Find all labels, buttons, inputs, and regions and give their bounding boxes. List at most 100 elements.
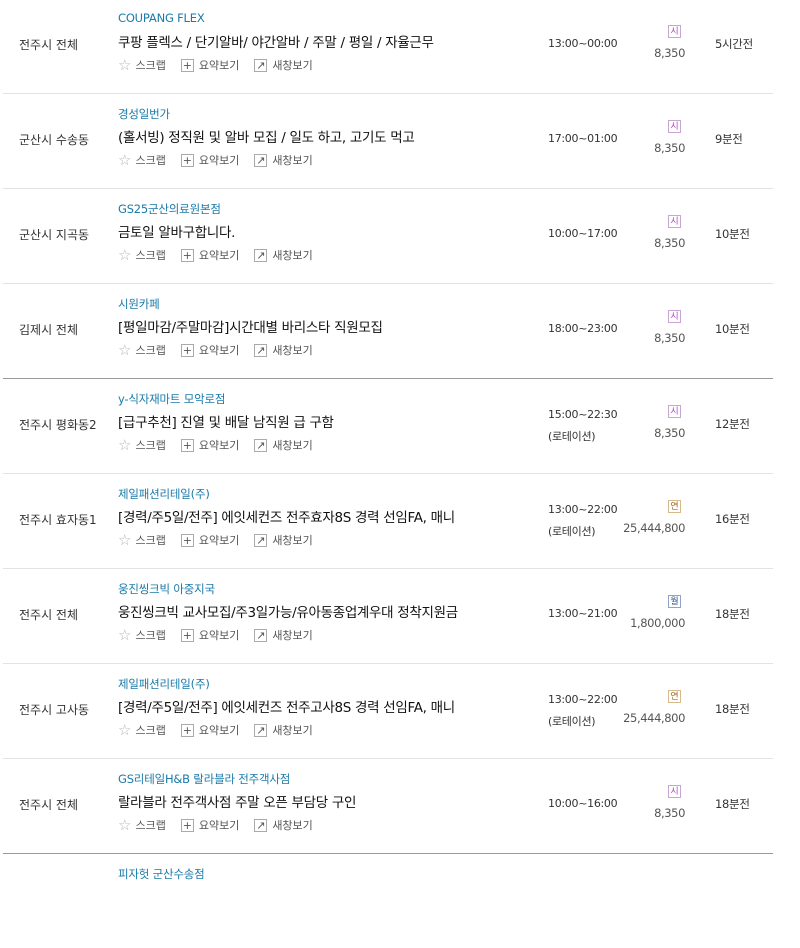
- scrap-button[interactable]: ☆ 스크랩: [118, 152, 166, 168]
- external-link-icon: ↗: [254, 533, 268, 547]
- new-window-label: 새창보기: [272, 819, 313, 832]
- scrap-button[interactable]: ☆ 스크랩: [118, 437, 166, 453]
- summary-button[interactable]: + 요약보기: [180, 437, 240, 453]
- external-link-icon: ↗: [254, 438, 268, 452]
- company-name-link[interactable]: 제일패션리테일(주): [118, 676, 210, 692]
- pay-amount: 1,800,000: [630, 616, 685, 630]
- summary-label: 요약보기: [198, 154, 240, 167]
- scrap-button[interactable]: ☆ 스크랩: [118, 627, 166, 643]
- scrap-button[interactable]: ☆ 스크랩: [118, 57, 166, 73]
- pay-amount: 8,350: [654, 46, 685, 60]
- external-link-icon: ↗: [254, 818, 268, 832]
- company-name-link[interactable]: GS리테일H&B 랄라블라 전주객사점: [118, 771, 290, 787]
- job-actions: ☆ 스크랩 + 요약보기 ↗ 새창보기: [118, 721, 328, 739]
- summary-button[interactable]: + 요약보기: [180, 342, 240, 358]
- new-window-button[interactable]: ↗ 새창보기: [254, 722, 313, 738]
- pay-type-badge: 연: [668, 690, 681, 703]
- external-link-icon: ↗: [254, 628, 268, 642]
- job-region: 군산시 수송동: [19, 133, 90, 147]
- pay-type-badge: 시: [668, 310, 681, 323]
- pay-amount: 25,444,800: [623, 521, 685, 535]
- work-time-note: (로테이션): [548, 715, 596, 728]
- job-title-link[interactable]: 쿠팡 플렉스 / 단기알바/ 야간알바 / 주말 / 평일 / 자율근무: [118, 31, 518, 51]
- summary-button[interactable]: + 요약보기: [180, 722, 240, 738]
- new-window-button[interactable]: ↗ 새창보기: [254, 532, 313, 548]
- job-title-link[interactable]: (홀서빙) 정직원 및 알바 모집 / 일도 하고, 고기도 먹고: [118, 126, 518, 146]
- pay-type-badge: 시: [668, 215, 681, 228]
- plus-icon: +: [180, 58, 194, 72]
- summary-button[interactable]: + 요약보기: [180, 627, 240, 643]
- scrap-label: 스크랩: [135, 344, 166, 357]
- new-window-button[interactable]: ↗ 새창보기: [254, 627, 313, 643]
- new-window-button[interactable]: ↗ 새창보기: [254, 57, 313, 73]
- summary-label: 요약보기: [198, 439, 240, 452]
- scrap-button[interactable]: ☆ 스크랩: [118, 247, 166, 263]
- job-row: 전주시 효자동1 제일패션리테일(주) [경력/주5일/전주] 에잇세컨즈 전주효자…: [3, 474, 773, 569]
- plus-icon: +: [180, 818, 194, 832]
- summary-button[interactable]: + 요약보기: [180, 152, 240, 168]
- summary-button[interactable]: + 요약보기: [180, 817, 240, 833]
- pay-type-badge: 시: [668, 25, 681, 38]
- new-window-label: 새창보기: [272, 439, 313, 452]
- work-time: 13:00~21:00: [548, 607, 618, 620]
- company-name-link[interactable]: COUPANG FLEX: [118, 11, 205, 25]
- new-window-button[interactable]: ↗ 새창보기: [254, 152, 313, 168]
- job-title-link[interactable]: [평일마감/주말마감]시간대별 바리스타 직원모집: [118, 316, 518, 336]
- job-row: 김제시 전체 시원카페 [평일마감/주말마감]시간대별 바리스타 직원모집 ☆ 스크랩 +…: [3, 284, 773, 379]
- new-window-label: 새창보기: [272, 344, 313, 357]
- posted-time: 18분전: [715, 797, 750, 811]
- job-actions: ☆ 스크랩 + 요약보기 ↗ 새창보기: [118, 341, 328, 359]
- scrap-label: 스크랩: [135, 59, 166, 72]
- pay-amount: 25,444,800: [623, 711, 685, 725]
- new-window-button[interactable]: ↗ 새창보기: [254, 437, 313, 453]
- scrap-label: 스크랩: [135, 249, 166, 262]
- pay-amount: 8,350: [654, 236, 685, 250]
- external-link-icon: ↗: [254, 723, 268, 737]
- job-actions: ☆ 스크랩 + 요약보기 ↗ 새창보기: [118, 531, 328, 549]
- new-window-button[interactable]: ↗ 새창보기: [254, 342, 313, 358]
- company-name-link[interactable]: y-식자재마트 모악로점: [118, 391, 225, 407]
- job-actions: ☆ 스크랩 + 요약보기 ↗ 새창보기: [118, 626, 328, 644]
- plus-icon: +: [180, 533, 194, 547]
- company-name-link[interactable]: 제일패션리테일(주): [118, 486, 210, 502]
- company-name-link[interactable]: 시원카페: [118, 296, 160, 312]
- work-time: 10:00~16:00: [548, 797, 618, 810]
- job-title-link[interactable]: [급구추천] 진열 및 배달 남직원 급 구함: [118, 411, 518, 431]
- job-title-link[interactable]: [경력/주5일/전주] 에잇세컨즈 전주효자8S 경력 선임FA, 매니: [118, 506, 518, 526]
- summary-label: 요약보기: [198, 629, 240, 642]
- job-title-link[interactable]: [경력/주5일/전주] 에잇세컨즈 전주고사8S 경력 선임FA, 매니: [118, 696, 518, 716]
- job-row: 군산시 수송동 경성일번가 (홀서빙) 정직원 및 알바 모집 / 일도 하고, 고…: [3, 94, 773, 189]
- company-name-link[interactable]: GS25군산의료원본점: [118, 201, 221, 217]
- new-window-button[interactable]: ↗ 새창보기: [254, 247, 313, 263]
- summary-button[interactable]: + 요약보기: [180, 57, 239, 73]
- pay-type-badge: 월: [668, 595, 681, 608]
- company-name-link[interactable]: 웅진씽크빅 아중지국: [118, 581, 215, 597]
- pay-type-badge: 시: [668, 785, 681, 798]
- work-time: 13:00~00:00: [548, 37, 618, 50]
- pay-amount: 8,350: [654, 141, 685, 155]
- posted-time: 9분전: [715, 132, 743, 146]
- job-title-link[interactable]: 웅진씽크빅 교사모집/주3일가능/유아동종업계우대 정착지원금: [118, 601, 518, 621]
- scrap-button[interactable]: ☆ 스크랩: [118, 342, 166, 358]
- summary-button[interactable]: + 요약보기: [180, 247, 239, 263]
- scrap-button[interactable]: ☆ 스크랩: [118, 722, 166, 738]
- job-region: 전주시 평화동2: [19, 418, 97, 432]
- summary-button[interactable]: + 요약보기: [180, 532, 240, 548]
- new-window-label: 새창보기: [272, 249, 313, 262]
- scrap-button[interactable]: ☆ 스크랩: [118, 817, 166, 833]
- company-name-link[interactable]: 피자헛 군산수송점: [118, 866, 205, 882]
- scrap-button[interactable]: ☆ 스크랩: [118, 532, 166, 548]
- summary-label: 요약보기: [198, 534, 240, 547]
- summary-label: 요약보기: [198, 344, 240, 357]
- star-icon: ☆: [118, 341, 132, 359]
- job-title-link[interactable]: 랄라블라 전주객사점 주말 오픈 부담당 구인: [118, 791, 518, 811]
- company-name-link[interactable]: 경성일번가: [118, 106, 170, 122]
- summary-label: 요약보기: [198, 819, 240, 832]
- job-title-link[interactable]: 금토일 알바구합니다.: [118, 221, 518, 241]
- job-row: 피자헛 군산수송점: [3, 854, 773, 948]
- new-window-button[interactable]: ↗ 새창보기: [254, 817, 313, 833]
- job-actions: ☆ 스크랩 + 요약보기 ↗ 새창보기: [118, 246, 328, 264]
- summary-label: 요약보기: [198, 724, 240, 737]
- scrap-label: 스크랩: [135, 439, 166, 452]
- work-time-note: (로테이션): [548, 430, 596, 443]
